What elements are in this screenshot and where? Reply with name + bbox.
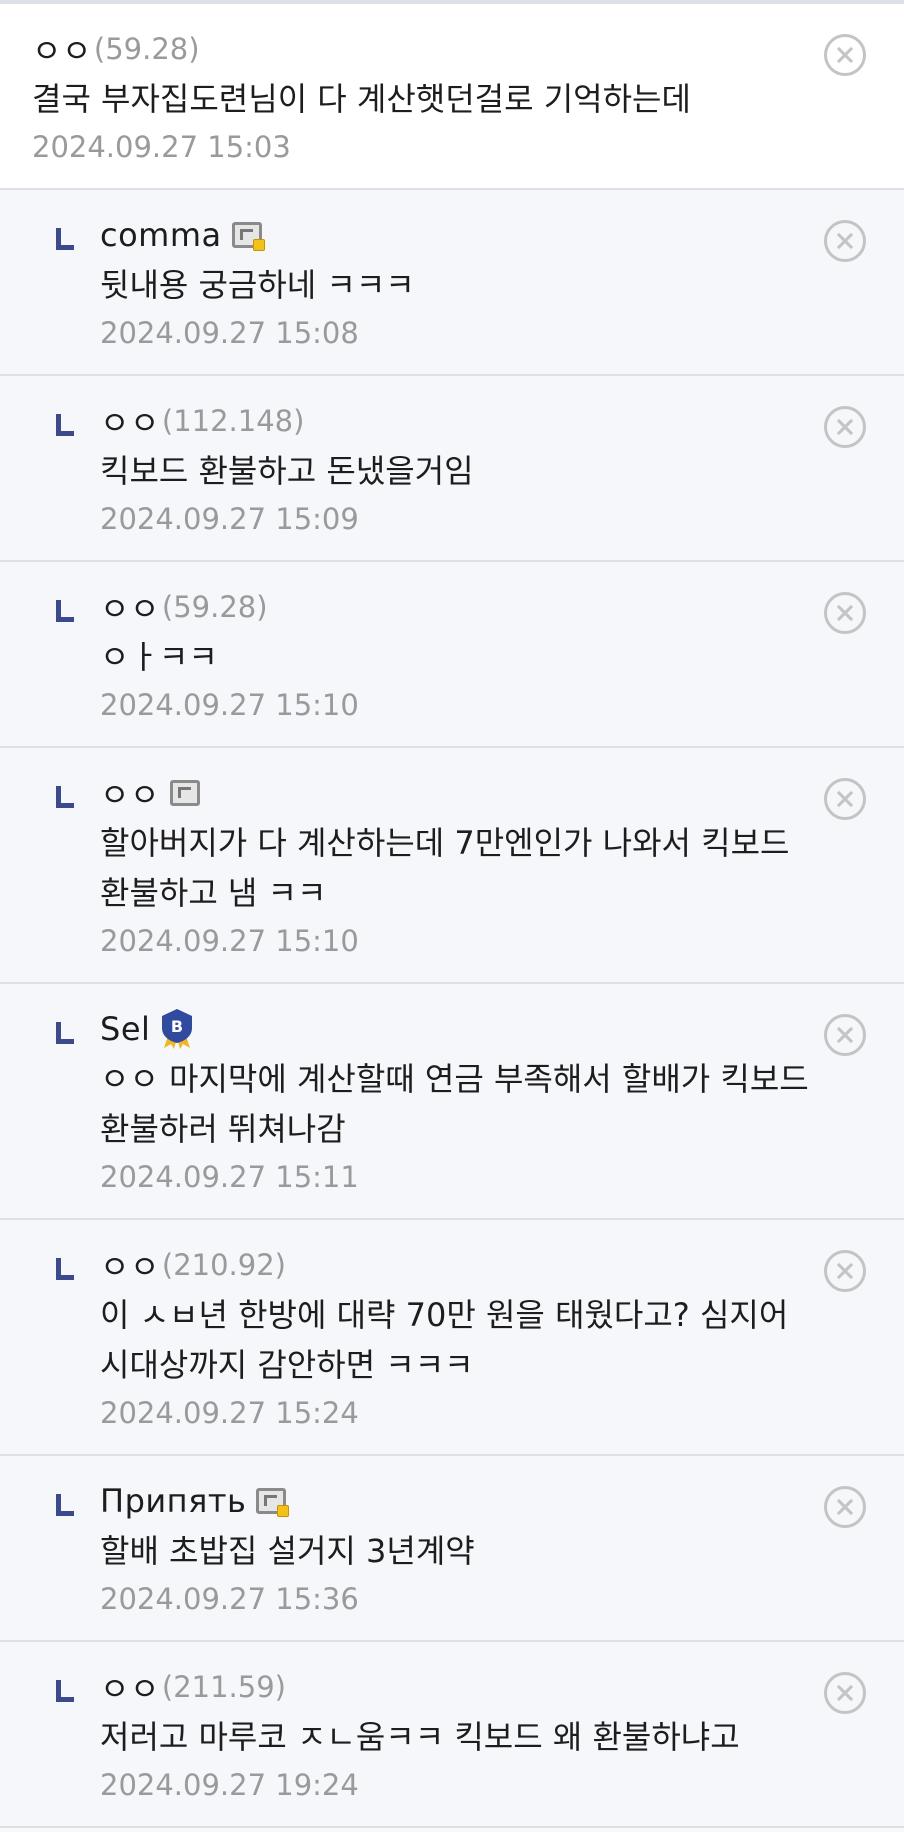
delete-icon[interactable] — [824, 592, 866, 634]
delete-icon[interactable] — [824, 1486, 866, 1528]
comment-text: 결국 부자집도련님이 다 계산햇던걸로 기억하는데 — [32, 80, 691, 118]
comment-author: comma — [100, 212, 814, 258]
comment-author: ㅇㅇ (112.148) — [100, 398, 814, 444]
reply-arrow-icon — [56, 600, 74, 622]
reply-item: comma 뒷내용 궁금하네 ㅋㅋㅋ 2024.09.27 15:08 — [0, 190, 904, 376]
nickname[interactable]: comma — [100, 216, 222, 254]
comment-date: 2024.09.27 15:11 — [100, 1160, 359, 1194]
comment-date: 2024.09.27 15:10 — [100, 924, 359, 958]
comment-author: ㅇㅇ — [100, 770, 814, 816]
reply-item: ㅇㅇ (59.28) ㅇㅏㅋㅋ 2024.09.27 15:10 — [0, 562, 904, 748]
comment-date: 2024.09.27 15:03 — [32, 130, 291, 164]
nickname[interactable]: Sel — [100, 1010, 150, 1048]
gallery-member-icon — [231, 222, 265, 251]
comment-date: 2024.09.27 15:36 — [100, 1582, 359, 1616]
comment-text: 할아버지가 다 계산하는데 7만엔인가 나와서 킥보드 환불하고 냄 ㅋㅋ — [100, 824, 790, 912]
nickname[interactable]: Припять — [100, 1482, 246, 1520]
ip-address: (59.28) — [93, 32, 200, 66]
delete-icon[interactable] — [824, 220, 866, 262]
delete-icon[interactable] — [824, 778, 866, 820]
reply-arrow-icon — [56, 228, 74, 250]
comment-author: ㅇㅇ (210.92) — [100, 1242, 814, 1288]
delete-icon[interactable] — [824, 1672, 866, 1714]
reply-item: Припять 할배 초밥집 설거지 3년계약 2024.09.27 15:36 — [0, 1456, 904, 1642]
comment-date: 2024.09.27 15:09 — [100, 502, 359, 536]
delete-icon[interactable] — [824, 1014, 866, 1056]
nickname[interactable]: ㅇㅇ — [100, 1242, 160, 1288]
comment-text: 저러고 마루코 ㅈㄴ움ㅋㅋ 킥보드 왜 환불하냐고 — [100, 1718, 740, 1756]
comment-date: 2024.09.27 15:24 — [100, 1396, 359, 1430]
comment-author: ㅇㅇ (59.28) — [32, 26, 814, 72]
comment-date: 2024.09.27 15:08 — [100, 316, 359, 350]
comment-date: 2024.09.27 15:10 — [100, 688, 359, 722]
reply-arrow-icon — [56, 1022, 74, 1044]
ip-address: (210.92) — [161, 1248, 286, 1282]
reply-arrow-icon — [56, 1680, 74, 1702]
comment-text: ㅇㅇ 마지막에 계산할때 연금 부족해서 할배가 킥보드 환불하러 뛰쳐나감 — [100, 1060, 809, 1148]
ip-address: (112.148) — [161, 404, 305, 438]
reply-item: ㅇㅇ (112.148) 킥보드 환불하고 돈냈을거임 2024.09.27 1… — [0, 376, 904, 562]
reply-arrow-icon — [56, 1258, 74, 1280]
gallery-member-icon — [256, 1488, 290, 1517]
best-shield-icon: B — [160, 1008, 194, 1050]
comment-date: 2024.09.27 19:24 — [100, 1768, 359, 1802]
reply-arrow-icon — [56, 414, 74, 436]
delete-icon[interactable] — [824, 34, 866, 76]
gallery-member-icon — [169, 780, 200, 806]
comment-author: Припять — [100, 1478, 814, 1524]
comment-text: 이 ㅅㅂ년 한방에 대략 70만 원을 태웠다고? 심지어 시대상까지 감안하면… — [100, 1296, 789, 1384]
reply-item: ㅇㅇ (211.59) 저러고 마루코 ㅈㄴ움ㅋㅋ 킥보드 왜 환불하냐고 20… — [0, 1642, 904, 1828]
ip-address: (211.59) — [161, 1670, 286, 1704]
reply-item: Sel B ㅇㅇ 마지막에 계산할때 연금 부족해서 할배가 킥보드 환불하러 … — [0, 984, 904, 1220]
comment-text: 할배 초밥집 설거지 3년계약 — [100, 1532, 475, 1570]
reply-item: ㅇㅇ (210.92) 이 ㅅㅂ년 한방에 대략 70만 원을 태웠다고? 심지… — [0, 1220, 904, 1456]
comment-text: ㅇㅏㅋㅋ — [100, 638, 218, 676]
comment-item: ㅇㅇ (59.28) 결국 부자집도련님이 다 계산햇던걸로 기억하는데 202… — [0, 4, 904, 190]
reply-arrow-icon — [56, 786, 74, 808]
comment-text: 킥보드 환불하고 돈냈을거임 — [100, 452, 474, 490]
reply-item: ㅇㅇ 할아버지가 다 계산하는데 7만엔인가 나와서 킥보드 환불하고 냄 ㅋㅋ… — [0, 748, 904, 984]
comment-author: ㅇㅇ (59.28) — [100, 584, 814, 630]
comment-author: Sel B — [100, 1006, 814, 1052]
delete-icon[interactable] — [824, 406, 866, 448]
shield-letter: B — [171, 1017, 183, 1036]
nickname[interactable]: ㅇㅇ — [100, 1664, 160, 1710]
comment-text: 뒷내용 궁금하네 ㅋㅋㅋ — [100, 266, 415, 304]
delete-icon[interactable] — [824, 1250, 866, 1292]
comment-author: ㅇㅇ (211.59) — [100, 1664, 814, 1710]
nickname[interactable]: ㅇㅇ — [32, 26, 92, 72]
nickname[interactable]: ㅇㅇ — [100, 398, 160, 444]
reply-arrow-icon — [56, 1494, 74, 1516]
nickname[interactable]: ㅇㅇ — [100, 770, 160, 816]
ip-address: (59.28) — [161, 590, 268, 624]
nickname[interactable]: ㅇㅇ — [100, 584, 160, 630]
